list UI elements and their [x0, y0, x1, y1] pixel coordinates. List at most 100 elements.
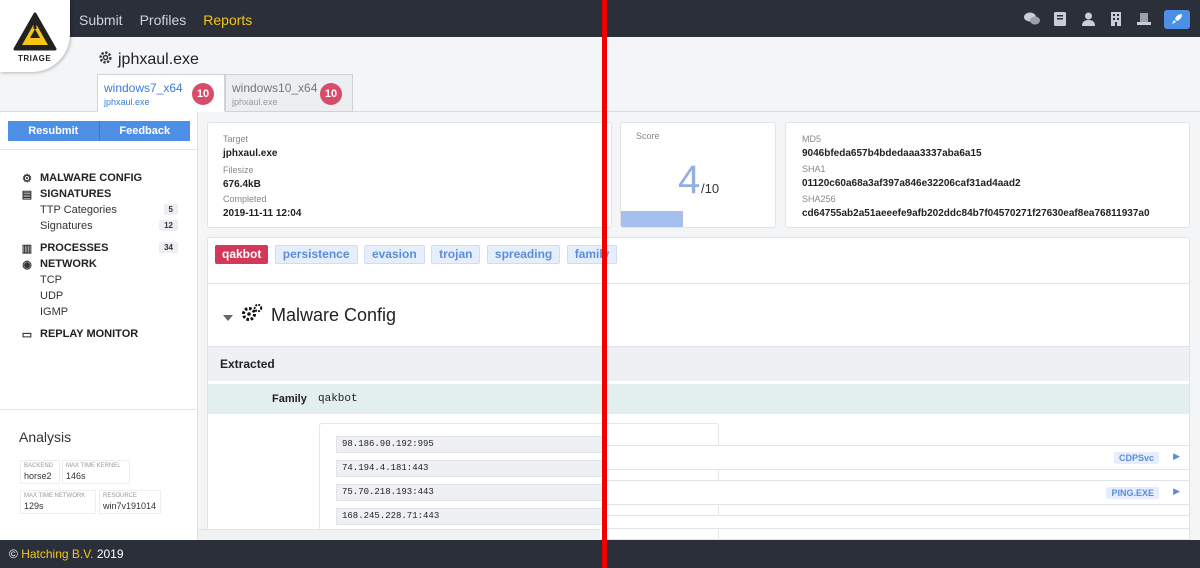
- sidebar: Resubmit Feedback ⚙ MALWARE CONFIG ▤ SIG…: [0, 112, 198, 540]
- score-badge: 10: [320, 83, 342, 105]
- menu-ttp-categories[interactable]: TTP Categories 5: [19, 202, 184, 218]
- menu-label: REPLAY MONITOR: [40, 328, 139, 340]
- report-menu: ⚙ MALWARE CONFIG ▤ SIGNATURES TTP Catego…: [19, 170, 184, 342]
- extracted-header: Extracted: [208, 346, 1189, 381]
- tab-subtitle: jphxaul.exe: [104, 97, 150, 107]
- processes-icon: ▥: [21, 242, 33, 255]
- score-max: /10: [701, 181, 720, 196]
- menu-label: TCP: [40, 274, 62, 286]
- count-badge: 34: [159, 242, 178, 253]
- meta-value: 129s: [24, 501, 44, 511]
- meta-value: horse2: [24, 471, 52, 481]
- meta-backend: BACKEND horse2: [20, 460, 60, 484]
- menu-tcp[interactable]: TCP: [19, 272, 184, 288]
- tab-subtitle: jphxaul.exe: [232, 97, 278, 107]
- footer-year: 2019: [96, 547, 124, 561]
- footer-brand-link[interactable]: Hatching B.V.: [21, 547, 93, 561]
- meta-key: MAX TIME KERNEL: [66, 463, 121, 469]
- menu-replay-monitor[interactable]: ▭ REPLAY MONITOR: [19, 326, 184, 342]
- file-name: jphxaul.exe: [118, 51, 199, 68]
- rocket-icon[interactable]: [1164, 10, 1190, 29]
- score-label: Score: [636, 131, 660, 141]
- horizontal-scrollbar[interactable]: [198, 529, 600, 540]
- platform-tabs: windows7_x64 jphxaul.exe 10 windows10_x6…: [97, 74, 353, 112]
- expand-arrow-icon[interactable]: ▶: [1173, 486, 1180, 497]
- c2-address: 98.186.90.192:995: [336, 436, 606, 453]
- divider: [0, 149, 198, 150]
- menu-network[interactable]: ◉ NETWORK: [19, 256, 184, 272]
- menu-label: SIGNATURES: [40, 188, 112, 200]
- score-badge: 10: [192, 83, 214, 105]
- desk-icon[interactable]: [1136, 12, 1152, 28]
- globe-icon: ◉: [22, 258, 32, 271]
- cogs-icon: ⚙: [22, 172, 32, 185]
- tag-family[interactable]: family: [566, 245, 618, 264]
- md5-label: MD5: [802, 134, 822, 144]
- top-navbar: Submit Profiles Reports: [0, 0, 1200, 37]
- cogs-icon: [241, 303, 263, 328]
- nav-profiles[interactable]: Profiles: [140, 12, 187, 28]
- sha256-value: cd64755ab2a51aeeefe9afb202ddc84b7f045702…: [802, 208, 1150, 219]
- chat-icon[interactable]: [1024, 12, 1040, 28]
- config-title: Malware Config: [271, 305, 397, 325]
- menu-processes[interactable]: ▥ PROCESSES 34: [19, 240, 184, 256]
- building-icon[interactable]: [1108, 11, 1124, 28]
- main-nav: Submit Profiles Reports: [79, 12, 252, 28]
- menu-malware-config[interactable]: ⚙ MALWARE CONFIG: [19, 170, 184, 186]
- gear-icon: [98, 50, 113, 70]
- action-buttons: Resubmit Feedback: [8, 121, 190, 141]
- nav-submit[interactable]: Submit: [79, 12, 123, 28]
- md5-value: 9046bfeda657b4bdedaaa3337aba6a15: [802, 148, 982, 159]
- tab-windows10[interactable]: windows10_x64 jphxaul.exe 10: [225, 74, 353, 112]
- process-row[interactable]: PING.EXE ▶: [605, 480, 1190, 505]
- hazard-logo-icon: [13, 12, 57, 51]
- analysis-title: Analysis: [19, 429, 72, 445]
- tag-qakbot[interactable]: qakbot: [215, 245, 269, 264]
- sha1-label: SHA1: [802, 164, 826, 174]
- copyright-symbol: ©: [9, 547, 18, 561]
- c2-address: 168.245.228.71:443: [336, 508, 606, 525]
- tag-trojan[interactable]: trojan: [431, 245, 481, 264]
- collapse-caret-icon[interactable]: [223, 305, 233, 326]
- tag-evasion[interactable]: evasion: [363, 245, 425, 264]
- divider: [0, 409, 198, 410]
- tag-persistence[interactable]: persistence: [274, 245, 358, 264]
- top-icons: [1024, 10, 1190, 29]
- process-row[interactable]: [605, 515, 1190, 529]
- target-label: Target: [223, 134, 249, 144]
- tab-title: windows7_x64: [104, 81, 183, 95]
- sha256-label: SHA256: [802, 194, 836, 204]
- menu-label: Signatures: [40, 220, 93, 232]
- meta-value: win7v191014: [103, 501, 157, 511]
- process-row[interactable]: CDPSvc ▶: [605, 445, 1190, 470]
- tab-windows7[interactable]: windows7_x64 jphxaul.exe 10: [97, 74, 225, 112]
- config-header[interactable]: Malware Config: [223, 303, 396, 328]
- menu-label: MALWARE CONFIG: [40, 172, 143, 184]
- target-value: jphxaul.exe: [223, 148, 278, 159]
- menu-signatures-list[interactable]: Signatures 12: [19, 218, 184, 234]
- sha1-value: 01120c60a68a3af397a846e32206caf31ad4aad2: [802, 178, 1021, 189]
- meta-value: 146s: [66, 471, 86, 481]
- tag-spreading[interactable]: spreading: [486, 245, 561, 264]
- monitor-icon: ▭: [21, 328, 33, 341]
- menu-igmp[interactable]: IGMP: [19, 304, 184, 320]
- count-badge: 12: [159, 220, 178, 231]
- menu-label: TTP Categories: [40, 204, 117, 216]
- book-icon[interactable]: [1052, 11, 1068, 28]
- menu-signatures[interactable]: ▤ SIGNATURES: [19, 186, 184, 202]
- target-card: Target jphxaul.exe Filesize 676.4kB Comp…: [207, 122, 612, 228]
- menu-udp[interactable]: UDP: [19, 288, 184, 304]
- resubmit-button[interactable]: Resubmit: [8, 121, 100, 141]
- expand-arrow-icon[interactable]: ▶: [1173, 451, 1180, 462]
- meta-key: MAX TIME NETWORK: [24, 493, 86, 499]
- meta-max-time-network: MAX TIME NETWORK 129s: [20, 490, 96, 514]
- family-value: qakbot: [318, 393, 358, 405]
- family-row: Family qakbot: [208, 384, 1189, 414]
- feedback-button[interactable]: Feedback: [99, 121, 190, 141]
- user-icon[interactable]: [1080, 12, 1096, 28]
- filesize-value: 676.4kB: [223, 179, 261, 190]
- nav-reports[interactable]: Reports: [203, 12, 252, 28]
- meta-max-time-kernel: MAX TIME KERNEL 146s: [62, 460, 130, 484]
- tag-list: qakbot persistence evasion trojan spread…: [215, 245, 619, 264]
- red-divider-line: [602, 0, 607, 568]
